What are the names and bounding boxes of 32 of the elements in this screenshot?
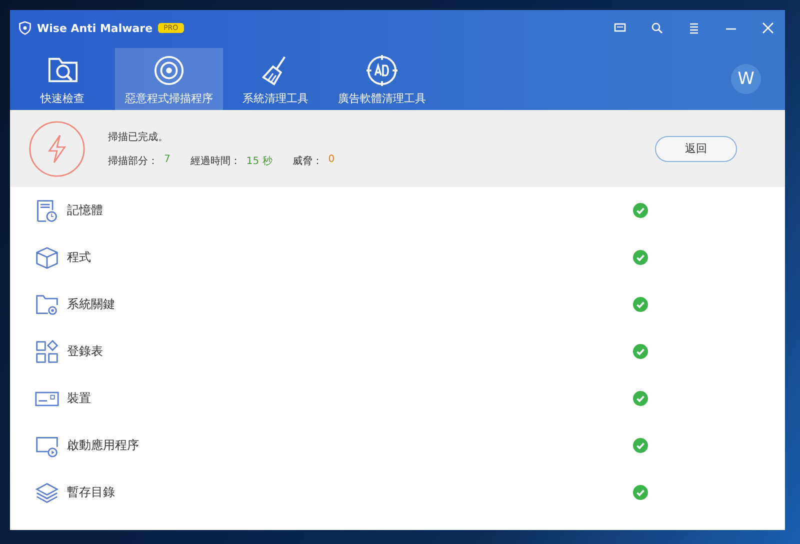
blocks-icon (35, 340, 59, 364)
layers-icon (35, 480, 59, 504)
scan-item-label: 系統關鍵 (67, 296, 116, 313)
stat-label: 威脅： (292, 154, 322, 168)
stat-label: 經過時間： (190, 154, 240, 168)
avatar[interactable]: W (731, 64, 761, 94)
cube-icon (35, 246, 59, 270)
scan-item-label: 暫存目錄 (67, 484, 116, 501)
window-title: Wise Anti Malware (37, 22, 153, 34)
scan-item-label: 登錄表 (67, 343, 104, 360)
nav-tab[interactable]: 快速檢查 (10, 48, 115, 110)
stat-value: 7 (164, 154, 170, 166)
ad-target-icon (365, 54, 399, 87)
menu-icon[interactable] (687, 21, 701, 35)
scan-item-label: 裝置 (67, 390, 92, 407)
stat-label: 掃描部分： (108, 154, 158, 168)
stat-value: 15 秒 (246, 154, 272, 168)
back-button[interactable]: 返回 (655, 136, 737, 162)
target-icon (152, 54, 186, 87)
scan-item-label: 記憶體 (67, 202, 104, 219)
scan-item-label: 啟動應用程序 (67, 437, 140, 454)
nav-tab[interactable]: 系統清理工具 (223, 48, 328, 110)
scan-status-text: 掃描已完成。 (108, 130, 169, 144)
close-icon[interactable] (761, 21, 775, 35)
scan-item-label: 程式 (67, 249, 92, 266)
nav-tab[interactable]: 惡意程式掃描程序 (115, 48, 223, 110)
shield-icon (18, 21, 32, 35)
folder-gear-icon (35, 292, 59, 316)
lightning-icon (28, 120, 86, 178)
stat-value: 0 (328, 154, 335, 166)
document-clock-icon (35, 198, 59, 222)
nav-tab[interactable]: 廣告軟體清理工具 (328, 48, 436, 110)
